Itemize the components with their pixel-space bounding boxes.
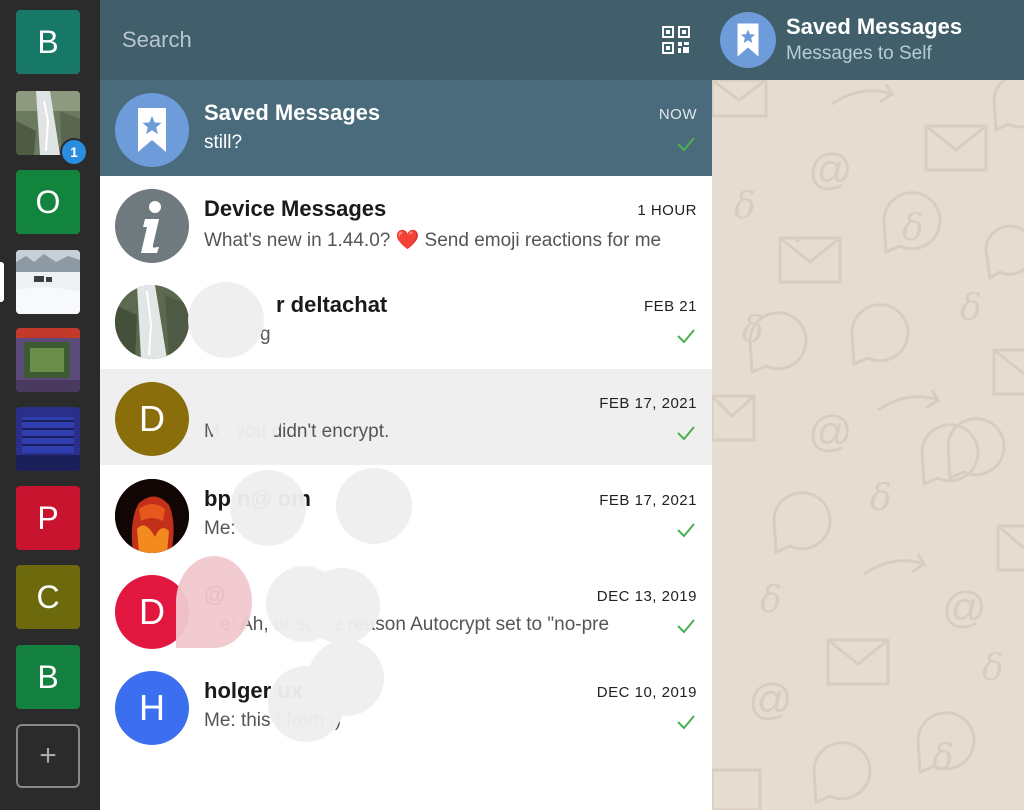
fist-photo xyxy=(115,479,189,553)
chat-row[interactable]: H holger ux Me: this t from :) DEC 10, 2… xyxy=(100,640,712,754)
svg-text:@: @ xyxy=(748,675,793,724)
chat-preview: still? xyxy=(204,132,243,153)
delivered-check-icon xyxy=(677,523,695,538)
wallpaper-pattern: @ @ @ @ δ δ δ δ δ δ δ δ xyxy=(712,80,1024,810)
search-input[interactable] xyxy=(122,24,522,56)
add-account-button[interactable]: + xyxy=(16,724,80,788)
chat-name: Device Messages xyxy=(204,196,387,221)
account-letter: C xyxy=(36,578,60,615)
svg-text:δ: δ xyxy=(742,310,764,351)
bookmark-icon xyxy=(737,23,759,57)
chat-timestamp: DEC 10, 2019 xyxy=(596,684,697,701)
svg-text:@: @ xyxy=(942,583,987,632)
redaction-blur xyxy=(176,556,252,648)
account-item[interactable]: C xyxy=(16,565,80,629)
redaction-blur xyxy=(336,468,412,544)
chat-name: Saved Messages xyxy=(204,100,381,125)
active-account-indicator xyxy=(0,262,4,302)
account-photo-monitor xyxy=(16,328,80,392)
redaction-blur xyxy=(206,375,282,451)
avatar-letter: D xyxy=(139,591,165,632)
search-bar xyxy=(100,0,712,80)
account-rail: B 1 O P C B + xyxy=(0,0,100,810)
account-item[interactable]: O xyxy=(16,170,80,234)
redaction-blur xyxy=(230,470,306,546)
chat-title[interactable]: Saved Messages xyxy=(786,14,962,40)
chat-timestamp: DEC 13, 2019 xyxy=(596,588,697,605)
svg-text:δ: δ xyxy=(760,580,782,621)
chat-list-panel: Saved Messages still? NOW Device Message… xyxy=(100,0,712,810)
account-item[interactable]: P xyxy=(16,486,80,550)
chat-name: r deltachat xyxy=(276,292,388,317)
redaction-blur xyxy=(268,666,344,742)
chat-wallpaper: @ @ @ @ δ δ δ δ δ δ δ δ xyxy=(712,80,1024,810)
svg-text:δ: δ xyxy=(932,738,954,779)
svg-text:δ: δ xyxy=(960,288,982,329)
chat-header: Saved Messages Messages to Self xyxy=(712,0,1024,80)
svg-text:δ: δ xyxy=(902,208,924,249)
delivered-check-icon xyxy=(677,619,695,634)
account-photo-snow xyxy=(16,250,80,314)
add-account-label: + xyxy=(39,739,57,772)
redaction-blur xyxy=(304,568,380,644)
chat-row[interactable]: D M . you didn't encrypt. FEB 17, 2021 xyxy=(100,369,712,465)
device-messages-avatar xyxy=(115,189,189,263)
bookmark-icon xyxy=(138,108,166,152)
info-icon xyxy=(141,201,161,253)
chat-preview: What's new in 1.44.0? ❤️ Send emoji reac… xyxy=(204,230,662,251)
chat-preview: g xyxy=(260,324,271,345)
chat-row-device-messages[interactable]: Device Messages What's new in 1.44.0? ❤️… xyxy=(100,176,712,272)
chat-timestamp: FEB 17, 2021 xyxy=(599,492,697,509)
account-letter: O xyxy=(35,183,61,220)
chat-timestamp: NOW xyxy=(658,106,697,123)
chat-row[interactable]: bp n@ om Me: FEB 17, 2021 xyxy=(100,466,712,562)
account-letter: B xyxy=(37,658,59,695)
account-letter: B xyxy=(37,23,59,60)
waterfall-photo xyxy=(115,285,189,359)
svg-text:δ: δ xyxy=(982,648,1004,689)
chat-avatar: H xyxy=(115,671,189,745)
chat-timestamp: 1 HOUR xyxy=(637,202,697,219)
delivered-check-icon xyxy=(677,329,695,344)
account-item[interactable]: B xyxy=(16,645,80,709)
delivered-check-icon xyxy=(677,137,695,152)
account-item[interactable]: B xyxy=(16,10,80,74)
avatar-letter: H xyxy=(139,687,165,728)
avatar-letter: D xyxy=(139,398,165,439)
saved-messages-avatar xyxy=(115,93,189,167)
svg-text:@: @ xyxy=(808,407,853,456)
chat-row[interactable]: D @ e: Ah, or some reason Autocrypt set … xyxy=(100,556,712,658)
chat-timestamp: FEB 21 xyxy=(643,298,697,315)
chat-avatar: D xyxy=(115,382,189,456)
chat-subtitle: Messages to Self xyxy=(786,43,932,64)
chat-timestamp: FEB 17, 2021 xyxy=(599,395,697,412)
account-letter: P xyxy=(37,499,59,536)
svg-text:@: @ xyxy=(808,145,853,194)
chat-row-saved-messages[interactable]: Saved Messages still? NOW xyxy=(100,80,712,176)
delivered-check-icon xyxy=(677,715,695,730)
chat-row[interactable]: r deltachat g FEB 21 xyxy=(100,272,712,368)
account-item[interactable] xyxy=(16,328,80,392)
header-avatar[interactable] xyxy=(720,12,776,68)
account-item[interactable] xyxy=(16,250,80,314)
account-photo-truck xyxy=(16,407,80,471)
chat-avatar-photo xyxy=(115,285,189,359)
delivered-check-icon xyxy=(677,426,695,441)
chat-avatar-photo xyxy=(115,479,189,553)
qr-code-icon[interactable] xyxy=(662,26,690,54)
unread-badge: 1 xyxy=(60,138,88,166)
redaction-blur xyxy=(188,282,264,358)
account-item[interactable] xyxy=(16,407,80,471)
svg-text:δ: δ xyxy=(870,478,892,519)
svg-text:δ: δ xyxy=(734,186,756,227)
